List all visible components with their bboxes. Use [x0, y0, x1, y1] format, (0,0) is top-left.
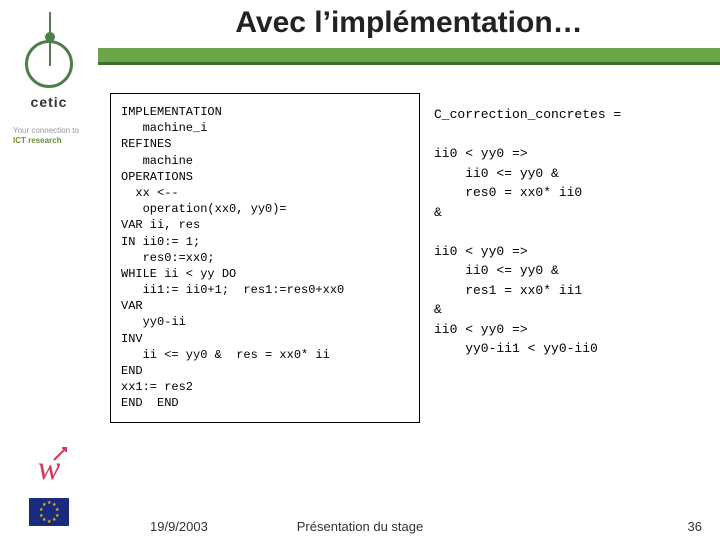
- code-block-left: IMPLEMENTATION machine_i REFINES machine…: [110, 93, 420, 423]
- slide-title: Avec l’implémentation…: [98, 6, 720, 40]
- brand-tagline: Your connection to ICT research: [13, 126, 85, 147]
- slide: cetic Your connection to ICT research w …: [0, 0, 720, 540]
- footer-title: Présentation du stage: [0, 519, 720, 534]
- sidebar: cetic Your connection to ICT research w …: [0, 0, 98, 540]
- tagline-line1: Your connection to: [13, 126, 79, 135]
- cetic-logo-icon: [19, 12, 79, 90]
- content-row: IMPLEMENTATION machine_i REFINES machine…: [98, 65, 720, 423]
- footer-page-number: 36: [688, 519, 702, 534]
- wallonia-logo-icon: w: [38, 450, 61, 488]
- divider-bar: [98, 48, 720, 65]
- code-block-right: C_correction_concretes = ii0 < yy0 => ii…: [430, 93, 692, 423]
- brand-name: cetic: [31, 94, 68, 110]
- main-content: Avec l’implémentation… IMPLEMENTATION ma…: [98, 0, 720, 540]
- tagline-line2: ICT research: [13, 136, 61, 145]
